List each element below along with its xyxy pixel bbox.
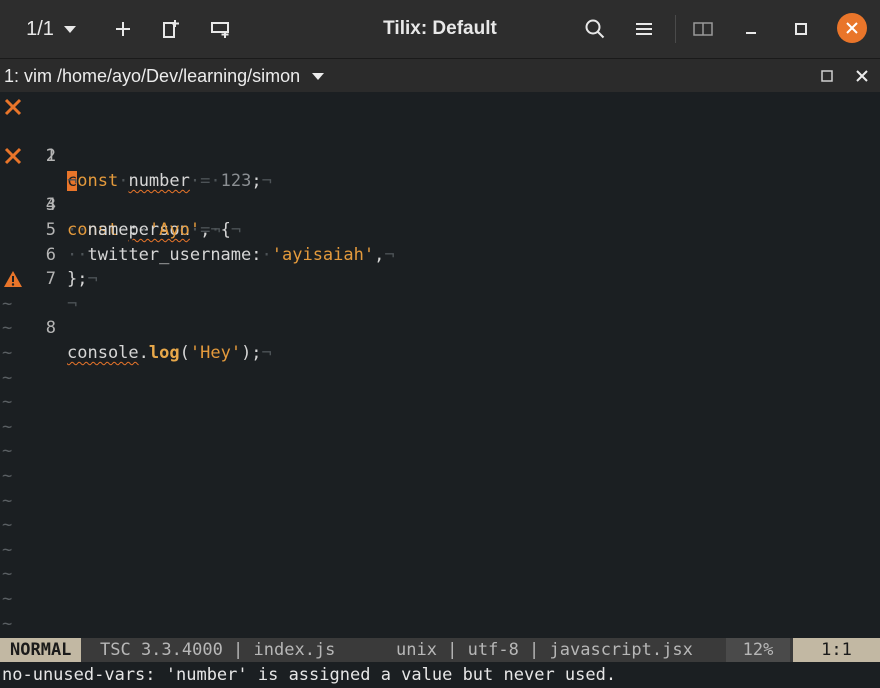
code-line: 1 const·number·=·123;¬ bbox=[0, 95, 880, 191]
code-line: 4 ··name:·'Ayo',¬ bbox=[0, 169, 880, 240]
empty-buffer-line: ~ bbox=[0, 415, 880, 440]
empty-buffer-line: ~ bbox=[0, 513, 880, 538]
tilde-marker: ~ bbox=[2, 564, 13, 585]
lint-message: no-unused-vars: 'number' is assigned a v… bbox=[2, 665, 617, 685]
terminal-maximize-button[interactable] bbox=[812, 59, 842, 93]
tilde-marker: ~ bbox=[2, 589, 13, 609]
search-button[interactable] bbox=[577, 0, 613, 58]
empty-buffer-line: ~ bbox=[0, 439, 880, 464]
scroll-percent: 12% bbox=[726, 638, 790, 662]
tilde-marker: ~ bbox=[2, 515, 13, 536]
tilde-marker: ~ bbox=[2, 367, 13, 388]
error-sign-icon bbox=[0, 95, 26, 120]
warning-sign-icon bbox=[0, 267, 26, 292]
file-format-info: unix | utf-8 | javascript.jsx bbox=[396, 640, 693, 660]
terminal-close-button[interactable] bbox=[847, 59, 877, 93]
cursor-position: 1:1 bbox=[793, 638, 880, 662]
maximize-icon bbox=[821, 70, 833, 82]
empty-buffer-line: ~ bbox=[0, 316, 880, 341]
sidebar-toggle-button[interactable] bbox=[685, 0, 721, 58]
empty-buffer-line: ~ bbox=[0, 341, 880, 366]
tilde-marker: ~ bbox=[2, 318, 13, 339]
vim-statusline: NORMAL TSC 3.3.4000 | index.js unix | ut… bbox=[0, 638, 880, 662]
session-label: 1/1 bbox=[26, 17, 54, 40]
tilde-marker: ~ bbox=[2, 466, 13, 486]
code-line: 5 ··twitter_username:·'ayisaiah',¬ bbox=[0, 193, 880, 265]
close-icon bbox=[846, 22, 858, 34]
split-add-down-icon bbox=[211, 22, 229, 38]
maximize-icon bbox=[795, 23, 807, 35]
split-add-icon bbox=[163, 20, 179, 38]
terminal-title-dropdown[interactable]: 1: vim /home/ayo/Dev/learning/simon bbox=[4, 59, 325, 93]
chevron-down-icon bbox=[312, 72, 325, 80]
hamburger-menu-icon bbox=[636, 23, 652, 35]
empty-buffer-line: ~ bbox=[0, 562, 880, 587]
tilde-marker: ~ bbox=[2, 441, 13, 462]
error-sign-icon bbox=[0, 144, 26, 169]
tilde-marker: ~ bbox=[2, 293, 13, 314]
terminal-title: 1: vim /home/ayo/Dev/learning/simon bbox=[4, 65, 301, 86]
search-icon bbox=[585, 19, 605, 39]
code-line: 2 ¬ bbox=[0, 120, 880, 191]
book-icon bbox=[693, 22, 713, 36]
tilde-marker: ~ bbox=[2, 392, 13, 413]
code-line: 7 ¬ bbox=[0, 243, 880, 314]
session-switcher[interactable]: 1/1 bbox=[14, 0, 88, 58]
plus-icon bbox=[116, 22, 130, 36]
tilde-marker: ~ bbox=[2, 490, 13, 511]
tilde-marker: ~ bbox=[2, 613, 13, 634]
close-window-button[interactable] bbox=[837, 13, 867, 43]
tilde-marker: ~ bbox=[2, 343, 13, 363]
tilde-marker: ~ bbox=[2, 416, 13, 437]
window-title: Tilix: Default bbox=[383, 18, 497, 39]
menu-button[interactable] bbox=[626, 0, 662, 58]
add-session-button[interactable] bbox=[105, 0, 141, 58]
header-separator bbox=[675, 15, 676, 43]
vim-editor[interactable]: 1 const·number·=·123;¬ 2 ¬ 3 const·perso… bbox=[0, 92, 880, 638]
minimize-icon bbox=[746, 32, 756, 34]
empty-buffer-line: ~ bbox=[0, 587, 880, 612]
chevron-down-icon bbox=[63, 25, 76, 33]
empty-buffer-line: ~ bbox=[0, 366, 880, 391]
minimize-button[interactable] bbox=[733, 0, 769, 58]
close-icon bbox=[856, 70, 868, 82]
add-terminal-right-button[interactable] bbox=[153, 0, 189, 58]
terminal-title-bar: 1: vim /home/ayo/Dev/learning/simon bbox=[0, 58, 880, 92]
tilde-marker: ~ bbox=[2, 539, 13, 560]
code-line: 3 const·person·=·{¬ bbox=[0, 144, 880, 240]
code-line: 8 console.log('Hey');¬ bbox=[0, 267, 880, 363]
add-terminal-down-button[interactable] bbox=[203, 0, 239, 58]
code-line: 6 };¬ bbox=[0, 218, 880, 290]
mode-indicator: NORMAL bbox=[0, 638, 82, 662]
empty-buffer-line: ~ bbox=[0, 390, 880, 415]
empty-buffer-line: ~ bbox=[0, 538, 880, 563]
empty-buffer-line: ~ bbox=[0, 464, 880, 489]
file-info: TSC 3.3.4000 | index.js bbox=[100, 640, 336, 660]
empty-buffer-line: ~ bbox=[0, 489, 880, 514]
tilix-header-bar: 1/1 Tilix: Default bbox=[0, 0, 880, 58]
maximize-button[interactable] bbox=[783, 0, 819, 58]
empty-buffer-line: ~ bbox=[0, 292, 880, 317]
empty-buffer-line: ~ bbox=[0, 612, 880, 637]
